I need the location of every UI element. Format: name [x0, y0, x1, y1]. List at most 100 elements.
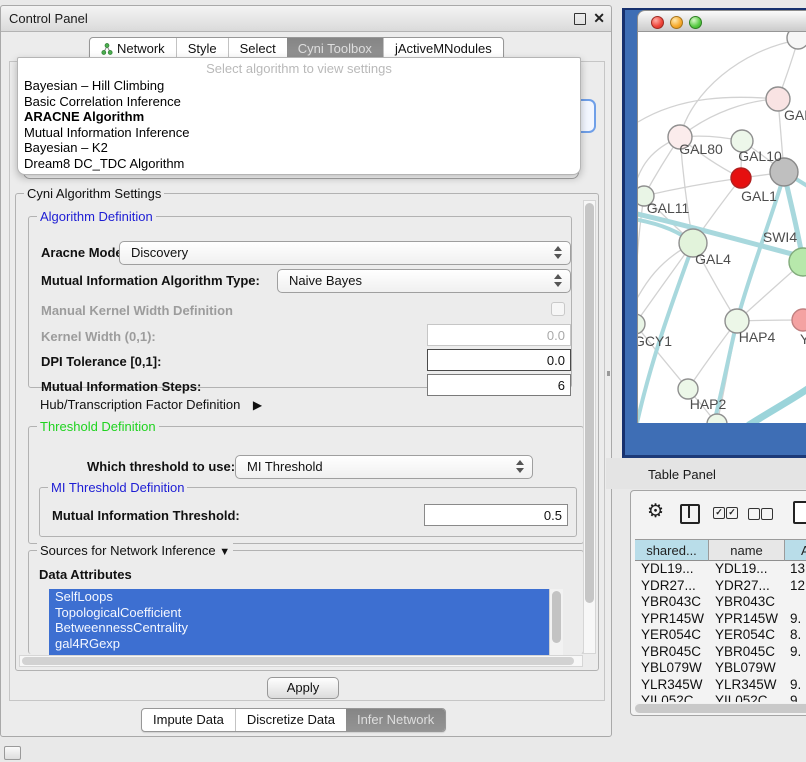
- apply-button[interactable]: Apply: [267, 677, 339, 699]
- which-threshold-combobox[interactable]: MI Threshold: [235, 455, 533, 479]
- settings-horizontal-scrollbar[interactable]: [19, 655, 583, 667]
- tab-infer-network[interactable]: Infer Network: [346, 709, 445, 731]
- mi-steps-label: Mutual Information Steps:: [41, 379, 201, 394]
- tab-impute-data[interactable]: Impute Data: [142, 709, 235, 731]
- table-row[interactable]: YBL079WYBL079W: [635, 660, 806, 677]
- deselect-all-icon[interactable]: [748, 508, 760, 520]
- attribute-item-selected[interactable]: BetweennessCentrality: [49, 620, 563, 636]
- table-row[interactable]: YER054CYER054C8.: [635, 627, 806, 644]
- cell: YBR043C: [709, 594, 785, 611]
- combo-stepper-icon: [516, 460, 525, 474]
- table-horizontal-scrollbar[interactable]: [635, 703, 806, 713]
- hub-definition-expander[interactable]: Hub/Transcription Factor Definition ▶: [40, 396, 262, 416]
- column-header-name[interactable]: name: [709, 539, 785, 561]
- deselect-all-icon[interactable]: [761, 508, 773, 520]
- attribute-item-selected[interactable]: gal4RGexp: [49, 636, 563, 652]
- cell: YBL079W: [635, 660, 709, 677]
- settings-vertical-scrollbar[interactable]: [583, 200, 596, 654]
- node-label: GAL1: [741, 188, 777, 204]
- node-label: GAL: [784, 107, 806, 123]
- cell: 9.: [785, 611, 806, 628]
- cell: YIL052C: [709, 693, 785, 702]
- mi-algorithm-type-combobox[interactable]: Naive Bayes: [277, 269, 571, 293]
- tab-discretize-data[interactable]: Discretize Data: [235, 709, 346, 731]
- add-column-icon[interactable]: [793, 501, 806, 524]
- dropdown-item-highlighted[interactable]: ARACNE Algorithm: [18, 109, 580, 125]
- node-gcy1[interactable]: [638, 314, 645, 334]
- dpi-tolerance-label: DPI Tolerance [0,1]:: [41, 354, 161, 369]
- cell: YDR27...: [635, 578, 709, 595]
- cell: 8.: [785, 627, 806, 644]
- dropdown-item[interactable]: Bayesian – K2: [18, 140, 580, 156]
- dropdown-item[interactable]: Basic Correlation Inference: [18, 94, 580, 110]
- expander-expanded-icon[interactable]: ▼: [219, 546, 230, 558]
- table-row[interactable]: YDR27...YDR27...12: [635, 578, 806, 595]
- zoom-window-icon[interactable]: [689, 16, 702, 29]
- node-label: GAL11: [647, 200, 690, 216]
- node-gal1-red[interactable]: [731, 168, 751, 188]
- combo-stepper-icon: [554, 246, 563, 260]
- manual-kernel-width-checkbox[interactable]: [551, 302, 565, 316]
- close-panel-icon[interactable]: ✕: [593, 10, 605, 26]
- minimize-window-icon[interactable]: [670, 16, 683, 29]
- node-label: SWI4: [763, 229, 797, 245]
- node-y-pink[interactable]: [792, 309, 806, 331]
- manual-kernel-width-label: Manual Kernel Width Definition: [41, 303, 233, 318]
- select-all-icon[interactable]: ✓: [726, 507, 738, 519]
- cell: 9.: [785, 644, 806, 661]
- cell: YBL079W: [709, 660, 785, 677]
- table-row[interactable]: YIL052CYIL052C9: [635, 693, 806, 702]
- node-label: Y: [800, 331, 806, 347]
- dpi-tolerance-field[interactable]: [427, 349, 571, 371]
- table-row[interactable]: YBR043CYBR043C: [635, 594, 806, 611]
- mi-threshold-field[interactable]: [424, 504, 568, 526]
- network-canvas[interactable]: GAL GAL80 GAL10 GAL1 GAL11 SWI4 GAL4 GCY…: [637, 32, 806, 423]
- table-panel-header: Table Panel: [606, 458, 806, 489]
- aracne-mode-combobox[interactable]: Discovery: [119, 241, 571, 265]
- mi-steps-field[interactable]: [427, 374, 571, 396]
- attribute-item-selected[interactable]: SelfLoops: [49, 589, 563, 605]
- threshold-definition-group: Threshold Definition Which threshold to …: [28, 426, 584, 544]
- kernel-width-field[interactable]: [427, 324, 571, 346]
- mi-threshold-title: MI Threshold Definition: [48, 480, 187, 495]
- close-window-icon[interactable]: [651, 16, 664, 29]
- data-attributes-label: Data Attributes: [39, 567, 132, 582]
- mi-threshold-label: Mutual Information Threshold:: [52, 508, 240, 523]
- algorithm-definition-group: Algorithm Definition Aracne Mode: Discov…: [28, 216, 572, 388]
- cell: 9.: [785, 677, 806, 694]
- attribute-item-selected[interactable]: TopologicalCoefficient: [49, 605, 563, 621]
- table-row[interactable]: YLR345WYLR345W9.: [635, 677, 806, 694]
- aracne-mode-value: Discovery: [120, 242, 570, 264]
- column-header-cut[interactable]: A: [785, 539, 806, 561]
- table-row[interactable]: YPR145WYPR145W9.: [635, 611, 806, 628]
- node-label: GCY1: [638, 333, 672, 349]
- cell: YBR045C: [709, 644, 785, 661]
- control-panel-titlebar: Control Panel ✕: [1, 6, 611, 32]
- table-row[interactable]: YDL19...YDL19...13: [635, 561, 806, 578]
- float-panel-icon[interactable]: [574, 13, 586, 25]
- network-window-titlebar[interactable]: [637, 10, 806, 32]
- algorithm-dropdown-popup: Select algorithm to view settings Bayesi…: [17, 57, 581, 175]
- cell: YDL19...: [635, 561, 709, 578]
- dropdown-item[interactable]: Bayesian – Hill Climbing: [18, 78, 580, 94]
- cell: YBR045C: [635, 644, 709, 661]
- cell: YDL19...: [709, 561, 785, 578]
- select-all-icon[interactable]: ✓: [713, 507, 725, 519]
- split-view-icon[interactable]: [680, 504, 700, 524]
- table-row[interactable]: YBR045CYBR045C9.: [635, 644, 806, 661]
- dropdown-item[interactable]: Dream8 DC_TDC Algorithm: [18, 156, 580, 172]
- threshold-definition-title: Threshold Definition: [37, 419, 159, 434]
- collapsed-panel-icon[interactable]: [4, 746, 21, 760]
- dropdown-item[interactable]: Mutual Information Inference: [18, 125, 580, 141]
- cell: YBR043C: [635, 594, 709, 611]
- table-panel-title: Table Panel: [648, 467, 716, 482]
- attribute-list-scrollbar[interactable]: [549, 589, 563, 655]
- tab-impute-data-label: Impute Data: [153, 709, 224, 731]
- gear-icon[interactable]: ⚙: [647, 500, 664, 523]
- node-table[interactable]: YDL19...YDL19...13 YDR27...YDR27...12 YB…: [635, 561, 806, 702]
- node-unlabeled[interactable]: [787, 32, 806, 49]
- node-label: GAL4: [695, 251, 731, 267]
- column-header-shared-name[interactable]: shared...: [635, 539, 709, 561]
- data-attributes-list[interactable]: SelfLoops TopologicalCoefficient Between…: [49, 589, 563, 655]
- expander-collapsed-icon: ▶: [253, 398, 262, 412]
